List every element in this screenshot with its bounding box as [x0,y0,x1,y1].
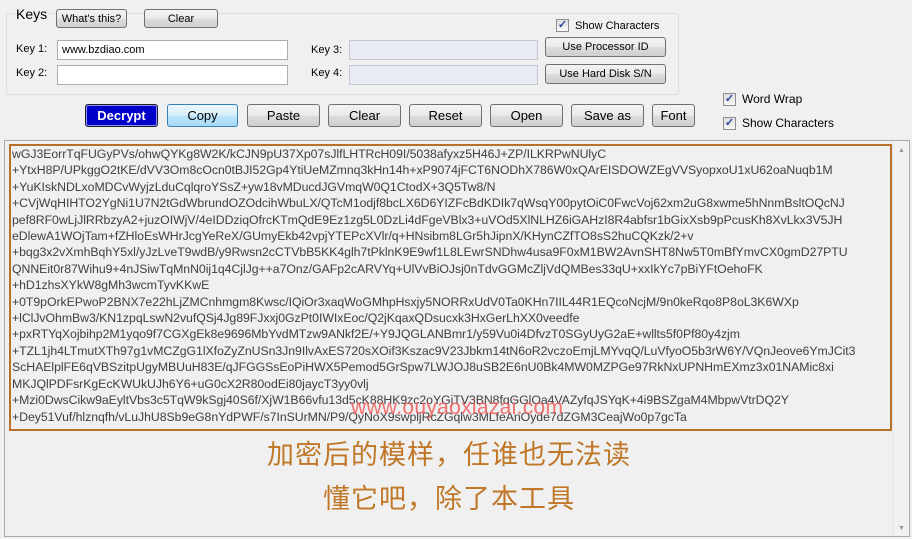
keys-show-characters-checkbox[interactable]: ✓ Show Characters [556,19,659,32]
cipher-line: QNNEit0r87Wihu9+4nJSiwTqMnN0ij1q4CjlJg++… [12,261,763,276]
keys-clear-button[interactable]: Clear [144,9,218,28]
word-wrap-label: Word Wrap [742,92,803,106]
cipher-line: pef8RF0wLjJlRRbzyA2+juzOIWjV/4eIDDziqOfr… [12,212,843,227]
clear-button[interactable]: Clear [328,104,401,127]
cipher-line: +CVjWqHIHTO2YgNi1U7N2tGdWbrundOZOdcihWbu… [12,196,845,211]
cipher-line: MKJQlPDFsrKgEcKWUkUJh6Y6+uG0cX2R80odEi80… [12,376,369,391]
key3-input[interactable] [349,40,538,60]
cipher-line: wGJ3EorrTqFUGyPVs/ohwQYKg8W2K/kCJN9pU37X… [12,147,607,161]
caption-line-2: 懂它吧，除了本工具 [323,484,575,515]
vertical-scrollbar[interactable]: ▲ ▼ [892,141,909,536]
open-button[interactable]: Open [490,104,563,127]
cipher-line: +YtxH8P/UPkggO2tKE/dVV3Om8cOcn0tBJI52Gp4… [12,163,833,178]
key1-input[interactable] [57,40,288,60]
paste-button[interactable]: Paste [247,104,320,127]
key3-label: Key 3: [311,44,343,56]
caption-line-1: 加密后的模样，任谁也无法读 [267,440,631,471]
reset-button[interactable]: Reset [409,104,482,127]
cipher-line: +hD1zhsXYkW8gMh3wcmTyvKKwE [12,278,210,293]
cipher-line: ScHAElplFE6qVBSzitpUgyMBUuH83E/qJFGGSsEo… [12,360,834,375]
copy-button[interactable]: Copy [167,104,238,127]
keys-show-characters-label: Show Characters [575,19,660,32]
cipher-text[interactable]: wGJ3EorrTqFUGyPVs/ohwQYKg8W2K/kCJN9pU37X… [11,146,890,425]
scroll-up-icon[interactable]: ▲ [898,147,905,154]
show-characters-checkbox[interactable]: ✓ Show Characters [723,116,834,130]
cipher-line: +YuKIskNDLxoMDCvWyjzLduCqlqroYSsZ+yw18vM… [12,179,496,194]
checkmark-icon: ✓ [723,116,736,130]
key2-label: Key 2: [16,67,48,79]
cipher-line: +lClJvOhmBw3/KN1zpqLswN2vufQSj4Jg89FJxxj… [12,311,580,326]
text-editor[interactable]: wGJ3EorrTqFUGyPVs/ohwQYKg8W2K/kCJN9pU37X… [4,140,910,537]
whats-this-button[interactable]: What's this? [56,9,127,28]
use-hard-disk-sn-button[interactable]: Use Hard Disk S/N [545,64,666,84]
keys-group-title: Keys [14,6,50,22]
checkmark-icon: ✓ [723,92,736,106]
cipher-line: +TZL1jh4LTmutXTh97g1vMCZgG1lXfoZyZnUSn3J… [12,343,856,358]
cipher-line: eDlewA1WOjTam+fZHloEsWHrJcgYeReX/GUmyEkb… [12,229,694,244]
save-as-button[interactable]: Save as [571,104,644,127]
checkmark-icon: ✓ [556,19,569,32]
use-processor-id-button[interactable]: Use Processor ID [545,37,666,57]
key2-input[interactable] [57,65,288,85]
cipher-text-frame: wGJ3EorrTqFUGyPVs/ohwQYKg8W2K/kCJN9pU37X… [9,144,892,431]
cipher-line: +bqg3x2vXmhBqhY5xl/yJzLveT9wdB/y9Rwsn2cC… [12,245,848,260]
show-characters-label: Show Characters [742,116,835,130]
font-button[interactable]: Font [652,104,695,127]
key4-label: Key 4: [311,67,343,79]
key1-label: Key 1: [16,43,48,55]
key4-input[interactable] [349,65,538,85]
cipher-line: +0T9pOrkEPwoP2BNX7e22hLjZMCnhmgm8Kwsc/IQ… [12,294,799,309]
cipher-line: +pxRTYqXojbihp2M1yqo9f7CGXgEk8e9696MbYvd… [12,327,740,342]
scroll-down-icon[interactable]: ▼ [898,525,905,532]
word-wrap-checkbox[interactable]: ✓ Word Wrap [723,92,802,106]
decrypt-button[interactable]: Decrypt [85,104,158,127]
watermark: www.ouyaoxiazai.com [351,396,564,419]
